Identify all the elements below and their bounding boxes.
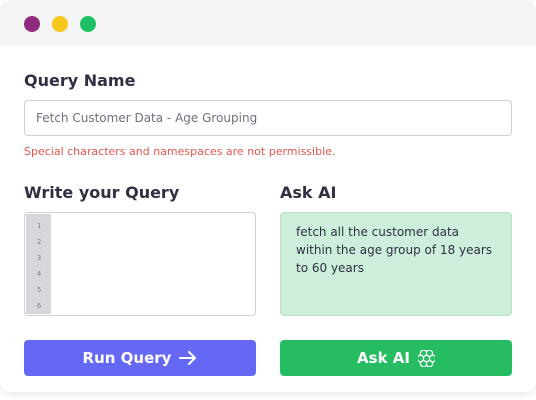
validation-error: Special characters and namespaces are no… <box>24 145 336 158</box>
title-bar <box>0 0 536 46</box>
line-number: 1 <box>37 222 42 230</box>
window-minimize-button[interactable] <box>52 16 68 32</box>
openai-logo-icon <box>417 349 435 367</box>
query-editor[interactable]: 1 2 3 4 5 6 <box>24 212 256 316</box>
ask-ai-prompt-box[interactable]: fetch all the customer data within the a… <box>280 212 512 316</box>
app-window: Query Name Special characters and namesp… <box>0 0 536 392</box>
line-number: 3 <box>37 254 42 262</box>
line-number: 6 <box>37 302 42 310</box>
ask-ai-button-label: Ask AI <box>357 349 410 367</box>
query-name-input[interactable] <box>24 100 512 136</box>
ask-ai-button[interactable]: Ask AI <box>280 340 512 376</box>
write-query-label: Write your Query <box>24 183 180 202</box>
run-query-button[interactable]: Run Query <box>24 340 256 376</box>
run-query-label: Run Query <box>82 349 172 367</box>
line-number: 4 <box>37 270 42 278</box>
line-number: 5 <box>37 286 42 294</box>
ask-ai-label: Ask AI <box>280 183 337 202</box>
window-close-button[interactable] <box>24 16 40 32</box>
ask-ai-prompt-text: fetch all the customer data within the a… <box>296 225 493 275</box>
arrow-right-icon <box>179 351 197 365</box>
line-number-gutter: 1 2 3 4 5 6 <box>26 214 51 314</box>
query-name-label: Query Name <box>24 71 136 90</box>
line-number: 2 <box>37 238 42 246</box>
window-maximize-button[interactable] <box>80 16 96 32</box>
